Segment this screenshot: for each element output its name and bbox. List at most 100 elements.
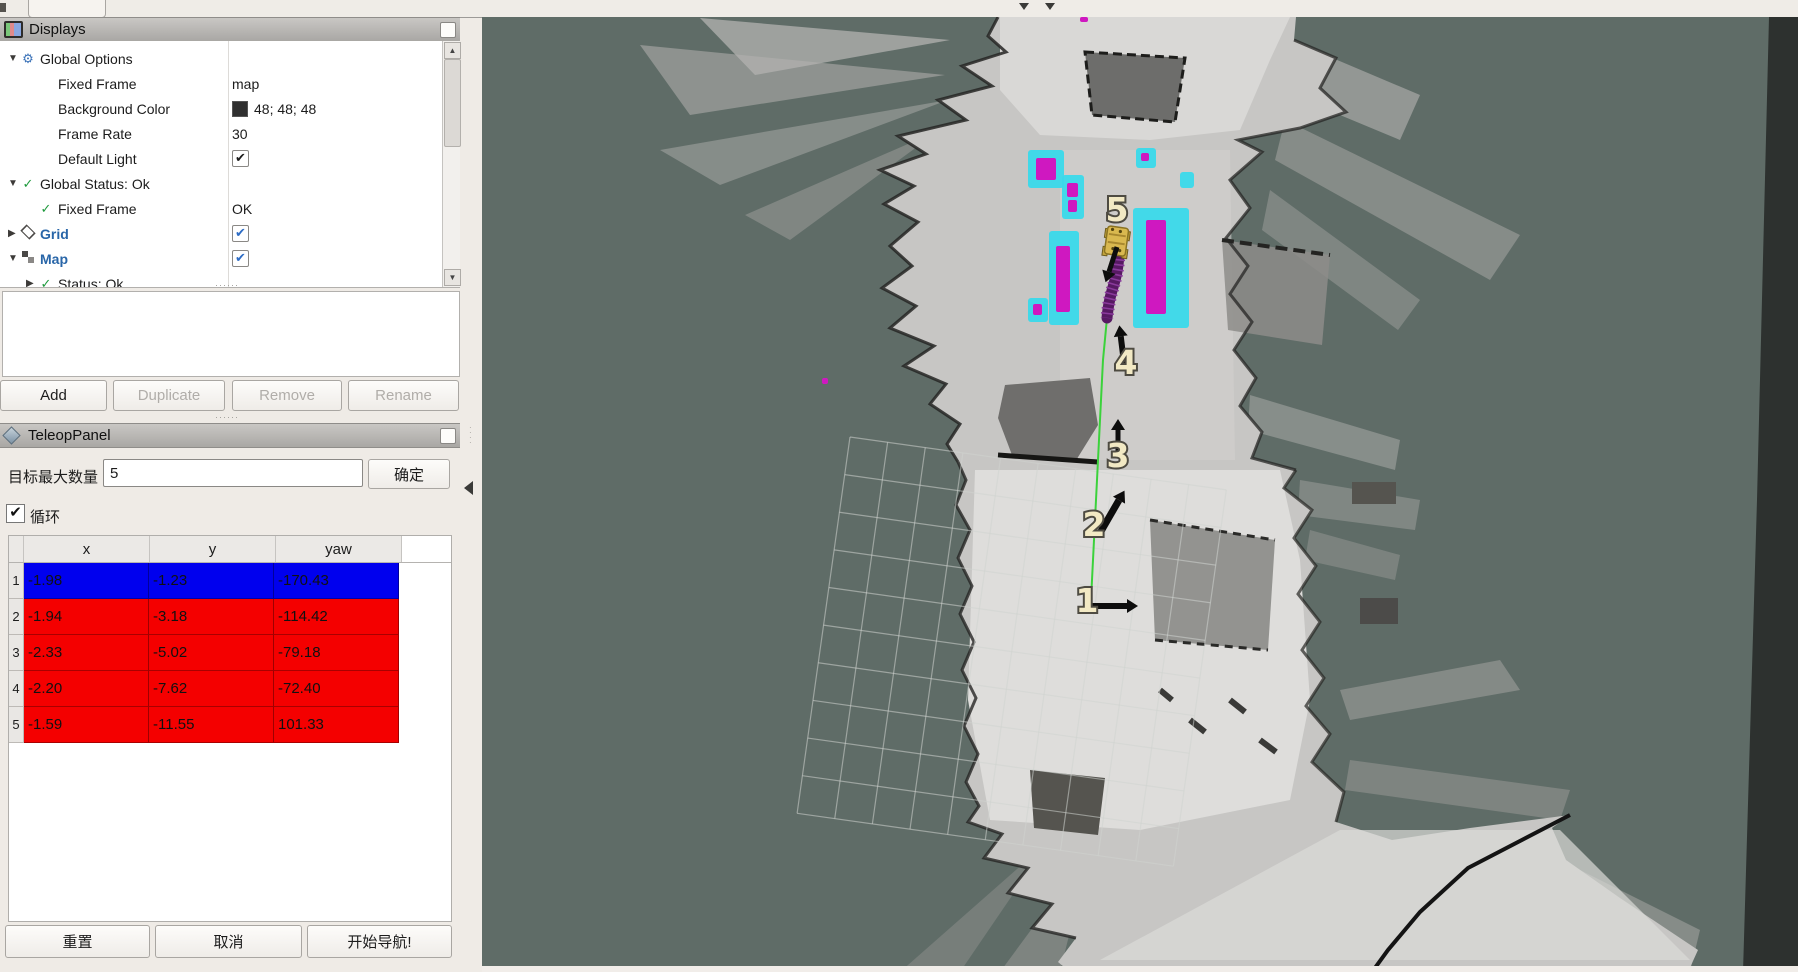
rename-button[interactable]: Rename — [348, 380, 459, 411]
cell-y[interactable]: -5.02 — [149, 635, 274, 671]
column-header-x[interactable]: x — [24, 536, 150, 562]
reset-button[interactable]: 重置 — [5, 925, 150, 958]
loop-label: 循环 — [30, 506, 60, 527]
cell-x[interactable]: -2.20 — [24, 671, 149, 707]
row-header[interactable]: 3 — [9, 635, 24, 671]
teleop-float-button[interactable] — [440, 428, 456, 444]
bottom-strip — [482, 966, 1798, 972]
tree-row-fixed-frame[interactable]: Fixed Framemap — [0, 71, 442, 96]
status-ok-icon: ✓ — [38, 201, 54, 217]
cell-yaw[interactable]: -72.40 — [274, 671, 399, 707]
cell-x[interactable]: -1.94 — [24, 599, 149, 635]
teleop-panel-header[interactable]: TeleopPanel — [0, 423, 460, 448]
scrollbar-thumb[interactable] — [444, 59, 461, 147]
splitter-handle[interactable]: ······ — [215, 284, 245, 288]
enabled-checkbox[interactable]: ✔ — [232, 225, 249, 242]
table-row[interactable]: 2-1.94-3.18-114.42 — [9, 599, 451, 635]
tree-row-fixed-frame[interactable]: ✓Fixed FrameOK — [0, 196, 442, 221]
scroll-down-icon[interactable]: ▼ — [444, 269, 461, 286]
loop-checkbox[interactable]: ✔ — [6, 504, 25, 523]
tree-row-label: Global Options — [40, 51, 133, 67]
column-header-y[interactable]: y — [150, 536, 276, 562]
cell-x[interactable]: -2.33 — [24, 635, 149, 671]
teleop-panel-icon — [2, 426, 20, 444]
scroll-up-icon[interactable]: ▲ — [444, 42, 461, 59]
start-navigation-button[interactable]: 开始导航! — [307, 925, 452, 958]
table-row[interactable]: 5-1.59-11.55101.33 — [9, 707, 451, 743]
tree-row-label: Frame Rate — [58, 126, 132, 142]
waypoint-table[interactable]: x y yaw 1-1.98-1.23-170.432-1.94-3.18-11… — [8, 535, 452, 922]
cell-yaw[interactable]: -114.42 — [274, 599, 399, 635]
expander-closed-icon[interactable]: ▶ — [26, 278, 36, 288]
tree-row-map[interactable]: ▼ Map ✔ — [0, 246, 442, 271]
waypoint-label: 5 — [1106, 190, 1129, 229]
table-row[interactable]: 1-1.98-1.23-170.43 — [9, 563, 451, 599]
max-goal-input[interactable]: 5 — [103, 459, 363, 487]
displays-tree[interactable]: ▼⚙Global OptionsFixed FramemapBackground… — [0, 41, 460, 288]
remove-button[interactable]: Remove — [232, 380, 342, 411]
row-header[interactable]: 4 — [9, 671, 24, 707]
duplicate-button[interactable]: Duplicate — [113, 380, 225, 411]
splitter-handle[interactable]: ······ — [215, 416, 245, 420]
tree-row-grid[interactable]: ▶ Grid ✔ — [0, 221, 442, 246]
displays-float-button[interactable] — [440, 22, 456, 38]
checkbox-value[interactable]: ✔ — [232, 225, 249, 242]
table-row[interactable]: 4-2.20-7.62-72.40 — [9, 671, 451, 707]
checkbox-value[interactable]: ✔ — [232, 250, 249, 267]
toolbar-dropdown-icon[interactable] — [1019, 3, 1029, 10]
cell-y[interactable]: -3.18 — [149, 599, 274, 635]
map-display-icon — [20, 251, 36, 266]
toolbar-fragment — [0, 3, 6, 12]
add-button[interactable]: Add — [0, 380, 107, 411]
grid-display-icon — [20, 224, 36, 243]
property-value: OK — [232, 201, 252, 217]
tree-row-label: Fixed Frame — [58, 76, 137, 92]
cell-x[interactable]: -1.98 — [24, 563, 149, 599]
rviz-3d-view[interactable]: 12345 — [482, 17, 1798, 972]
tree-row-label: Map — [40, 251, 68, 267]
tree-row-global-status-ok[interactable]: ▼✓Global Status: Ok — [0, 171, 442, 196]
waypoint-label: 3 — [1107, 436, 1130, 475]
table-row[interactable]: 3-2.33-5.02-79.18 — [9, 635, 451, 671]
table-corner — [9, 536, 24, 562]
waypoint-label: 2 — [1083, 505, 1106, 544]
displays-panel-header[interactable]: Displays — [0, 17, 460, 42]
tree-row-frame-rate[interactable]: Frame Rate30 — [0, 121, 442, 146]
row-header[interactable]: 5 — [9, 707, 24, 743]
cell-yaw[interactable]: -79.18 — [274, 635, 399, 671]
toolbar-partial-button[interactable] — [28, 0, 106, 18]
tree-row-label: Status: Ok — [58, 276, 123, 289]
checkbox-value[interactable]: ✔ — [232, 150, 249, 167]
view-splitter-handle[interactable]: ···· — [469, 425, 473, 475]
tree-row-label: Default Light — [58, 151, 137, 167]
tree-row-default-light[interactable]: Default Light ✔ — [0, 146, 442, 171]
tree-row-label: Global Status: Ok — [40, 176, 150, 192]
waypoint-table-body: 1-1.98-1.23-170.432-1.94-3.18-114.423-2.… — [9, 563, 451, 743]
cancel-button[interactable]: 取消 — [155, 925, 302, 958]
cell-y[interactable]: -7.62 — [149, 671, 274, 707]
cell-yaw[interactable]: -170.43 — [274, 563, 399, 599]
status-ok-icon: ✓ — [20, 176, 36, 192]
enabled-checkbox[interactable]: ✔ — [232, 150, 249, 167]
tree-row-background-color[interactable]: Background Color48; 48; 48 — [0, 96, 442, 121]
tree-row-global-options[interactable]: ▼⚙Global Options — [0, 46, 442, 71]
collapse-panel-icon[interactable] — [464, 481, 473, 495]
expander-open-icon[interactable]: ▼ — [8, 178, 18, 189]
cell-yaw[interactable]: 101.33 — [274, 707, 399, 743]
displays-scrollbar[interactable]: ▲ ▼ — [442, 41, 460, 287]
toolbar-dropdown-icon[interactable] — [1045, 3, 1055, 10]
row-header[interactable]: 1 — [9, 563, 24, 599]
color-value: 48; 48; 48 — [232, 101, 316, 117]
cell-y[interactable]: -1.23 — [149, 563, 274, 599]
expander-open-icon[interactable]: ▼ — [8, 53, 18, 64]
enabled-checkbox[interactable]: ✔ — [232, 250, 249, 267]
tree-row-label: Grid — [40, 226, 69, 242]
expander-open-icon[interactable]: ▼ — [8, 253, 18, 264]
cell-y[interactable]: -11.55 — [149, 707, 274, 743]
waypoint-table-header: x y yaw — [9, 536, 451, 563]
column-header-yaw[interactable]: yaw — [276, 536, 402, 562]
confirm-button[interactable]: 确定 — [368, 459, 450, 489]
cell-x[interactable]: -1.59 — [24, 707, 149, 743]
row-header[interactable]: 2 — [9, 599, 24, 635]
expander-closed-icon[interactable]: ▶ — [8, 228, 18, 239]
